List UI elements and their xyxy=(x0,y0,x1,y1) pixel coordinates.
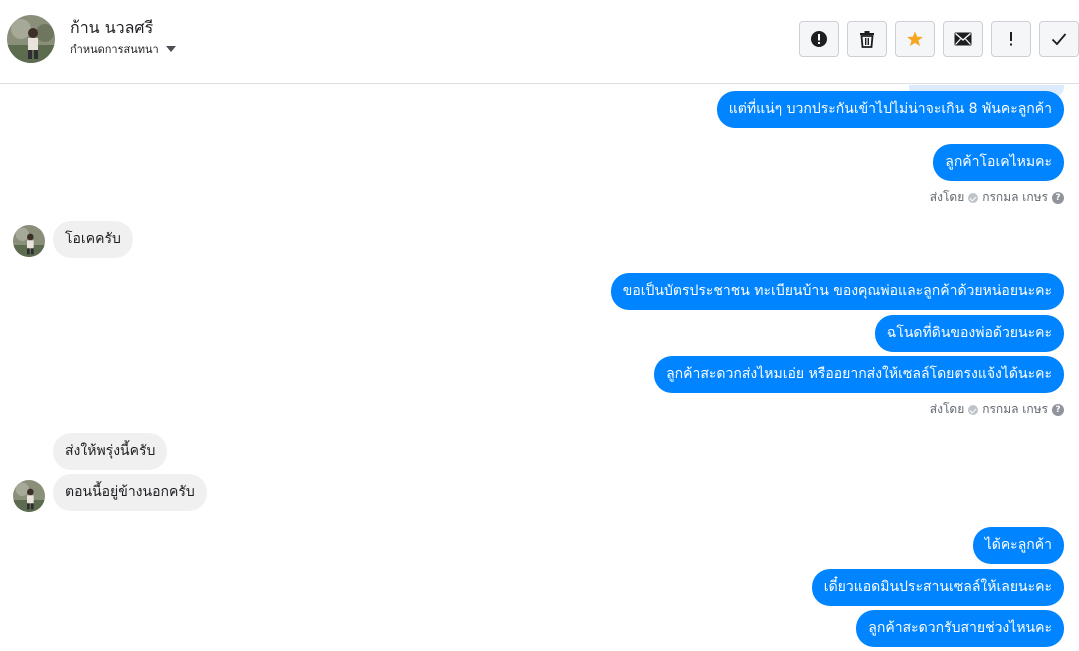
conversation-toolbar xyxy=(799,21,1079,57)
message-thread[interactable]: แต่ที่แน่ๆ บวกประกันเข้าไปไม่น่าจะเกิน 8… xyxy=(0,85,1079,651)
sent-check-icon xyxy=(968,404,979,415)
exclamation-icon xyxy=(1010,32,1012,46)
message-bubble-incoming[interactable]: ตอนนี้อยู่ข้างนอกครับ xyxy=(53,474,207,511)
sent-by-info: ส่งโดย กรกมล เกษร ? xyxy=(930,188,1064,207)
message-bubble-outgoing[interactable]: ลูกค้าสะดวกรับสายช่วงไหนคะ xyxy=(856,610,1064,647)
sent-by-info: ส่งโดย กรกมล เกษร ? xyxy=(930,400,1064,419)
caret-down-icon xyxy=(165,46,176,52)
contact-avatar-small xyxy=(13,480,45,512)
sent-by-agent: กรกมล เกษร xyxy=(982,190,1048,204)
report-button[interactable] xyxy=(799,21,839,57)
message-bubble-outgoing[interactable]: แต่ที่แน่ๆ บวกประกันเข้าไปไม่น่าจะเกิน 8… xyxy=(716,91,1064,128)
assign-conversation-dropdown[interactable]: กำหนดการสนทนา xyxy=(70,40,176,58)
message-bubble-incoming[interactable]: โอเคครับ xyxy=(53,221,133,258)
contact-name: ก้าน นวลศรี xyxy=(70,18,154,37)
star-icon xyxy=(907,31,923,47)
sent-by-agent: กรกมล เกษร xyxy=(982,402,1048,416)
help-icon[interactable]: ? xyxy=(1052,403,1064,416)
assign-label: กำหนดการสนทนา xyxy=(70,43,159,56)
check-icon xyxy=(1051,33,1067,46)
help-icon[interactable]: ? xyxy=(1052,191,1064,204)
conversation-header: ก้าน นวลศรี กำหนดการสนทนา xyxy=(0,0,1079,84)
message-bubble-outgoing[interactable]: ได้คะลูกค้า xyxy=(972,527,1064,564)
message-bubble-outgoing[interactable]: ลูกค้าสะดวกส่งไหมเอ่ย หรืออยากส่งให้เซลล… xyxy=(654,356,1064,393)
mark-unread-button[interactable] xyxy=(943,21,983,57)
report-icon xyxy=(811,31,827,47)
message-bubble-outgoing[interactable]: ขอเป็นบัตรประชาชน ทะเบียนบ้าน ของคุณพ่อแ… xyxy=(610,273,1064,310)
sent-by-label: ส่งโดย xyxy=(929,402,965,416)
message-bubble-outgoing[interactable]: ฉโนดที่ดินของพ่อด้วยนะคะ xyxy=(874,315,1064,352)
message-bubble-outgoing[interactable]: เดี๋ยวแอดมินประสานเซลล์ให้เลยนะคะ xyxy=(811,569,1064,606)
contact-avatar-small xyxy=(13,225,45,257)
sent-check-icon xyxy=(968,192,979,203)
sent-by-label: ส่งโดย xyxy=(929,190,965,204)
delete-button[interactable] xyxy=(847,21,887,57)
envelope-icon xyxy=(954,32,972,46)
star-button[interactable] xyxy=(895,21,935,57)
contact-avatar[interactable] xyxy=(7,15,55,63)
message-bubble-incoming[interactable]: ส่งให้พรุ่งนี้ครับ xyxy=(53,433,168,470)
message-bubble-outgoing[interactable]: ลูกค้าโอเคไหมคะ xyxy=(933,144,1064,181)
done-button[interactable] xyxy=(1039,21,1079,57)
important-button[interactable] xyxy=(991,21,1031,57)
trash-icon xyxy=(860,31,874,48)
